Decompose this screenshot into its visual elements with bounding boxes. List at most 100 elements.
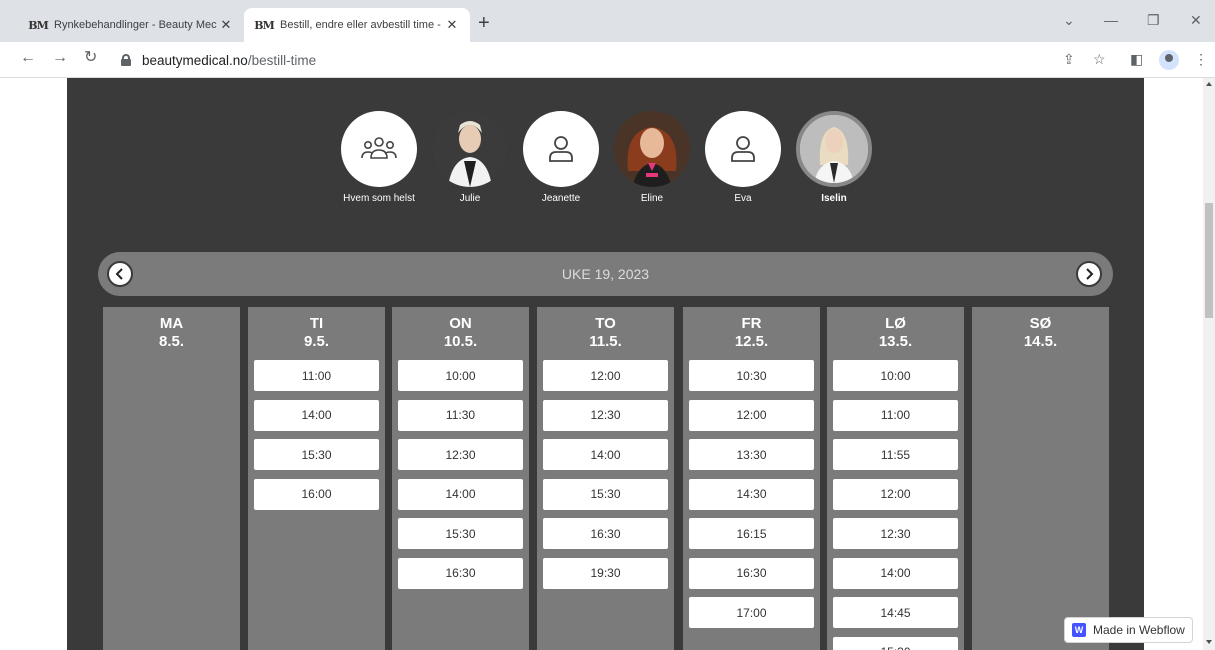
time-slot-button[interactable]: 16:30 bbox=[398, 557, 523, 589]
url-host: beautymedical.no bbox=[142, 52, 248, 68]
day-name: FR bbox=[741, 315, 762, 332]
group-icon bbox=[341, 111, 417, 187]
day-date: 13.5. bbox=[878, 333, 913, 350]
day-name: TO bbox=[595, 315, 616, 332]
time-slot-button[interactable]: 13:30 bbox=[689, 439, 814, 470]
browser-toolbar: ← → ↻ beautymedical.no/bestill-time ⇪ ☆ … bbox=[0, 42, 1215, 78]
close-tab-icon[interactable]: ✕ bbox=[444, 17, 460, 33]
staff-name: Eva bbox=[734, 193, 752, 204]
forward-icon[interactable]: → bbox=[52, 50, 68, 66]
person-icon bbox=[523, 111, 599, 187]
page-scrollbar[interactable] bbox=[1203, 78, 1215, 650]
time-slot-button[interactable]: 12:00 bbox=[833, 478, 958, 510]
browser-tab-2[interactable]: BM Bestill, endre eller avbestill time -… bbox=[244, 8, 470, 42]
profile-avatar-icon[interactable] bbox=[1159, 50, 1179, 70]
time-slot-button[interactable]: 14:00 bbox=[543, 439, 668, 470]
time-slot-button[interactable]: 11:55 bbox=[833, 439, 958, 470]
time-slot-button[interactable]: 19:30 bbox=[543, 557, 668, 589]
browser-tab-1[interactable]: BM Rynkebehandlinger - Beauty Mec ✕ bbox=[18, 8, 244, 42]
time-slot-button[interactable]: 12:00 bbox=[543, 360, 668, 391]
close-window-icon[interactable]: ✕ bbox=[1190, 12, 1202, 29]
bm-logo-icon: BM bbox=[254, 18, 274, 32]
chevron-down-icon[interactable]: ⌄ bbox=[1063, 12, 1075, 29]
day-column: ON 10.5. 10:00 11:30 12:30 14:00 15:30 16:30 bbox=[392, 307, 529, 650]
time-slot-button[interactable]: 14:00 bbox=[398, 478, 523, 510]
day-date: 8.5. bbox=[158, 333, 185, 350]
staff-eva[interactable]: Eva bbox=[705, 111, 781, 204]
made-in-webflow-badge[interactable]: W Made in Webflow bbox=[1064, 617, 1193, 643]
week-navigation: UKE 19, 2023 bbox=[98, 252, 1113, 296]
scroll-up-icon[interactable] bbox=[1206, 82, 1212, 86]
day-column: SØ 14.5. bbox=[972, 307, 1109, 650]
time-slot-button[interactable]: 12:00 bbox=[689, 399, 814, 431]
day-date: 14.5. bbox=[1023, 333, 1058, 350]
staff-julie[interactable]: Julie bbox=[432, 111, 508, 204]
staff-name: Julie bbox=[459, 193, 481, 204]
lock-icon[interactable] bbox=[120, 54, 132, 66]
time-slot-button[interactable]: 10:30 bbox=[689, 360, 814, 391]
staff-eline[interactable]: Eline bbox=[614, 111, 690, 204]
reload-icon[interactable]: ↻ bbox=[84, 50, 97, 66]
chevron-right-icon bbox=[1086, 268, 1094, 280]
staff-name: Eline bbox=[640, 193, 664, 204]
day-column: TI 9.5. 11:00 14:00 15:30 16:00 bbox=[248, 307, 385, 650]
time-slot-button[interactable]: 17:00 bbox=[689, 597, 814, 628]
time-slot-button[interactable]: 14:45 bbox=[833, 597, 958, 628]
time-slot-button[interactable]: 16:00 bbox=[254, 478, 379, 510]
time-slot-button[interactable]: 15:30 bbox=[543, 478, 668, 510]
day-name: TI bbox=[309, 315, 324, 332]
time-slot-button[interactable]: 14:30 bbox=[689, 478, 814, 510]
bm-logo-icon: BM bbox=[28, 18, 48, 32]
back-icon[interactable]: ← bbox=[20, 50, 36, 66]
day-date: 9.5. bbox=[303, 333, 330, 350]
time-slot-button[interactable]: 14:00 bbox=[254, 399, 379, 431]
restore-icon[interactable]: ❐ bbox=[1147, 12, 1160, 29]
url-path: /bestill-time bbox=[247, 52, 317, 68]
minimize-icon[interactable]: — bbox=[1104, 12, 1118, 28]
booking-panel: Hvem som helst Julie Jeanette Eline Eva … bbox=[67, 78, 1144, 650]
day-name: SØ bbox=[1029, 315, 1052, 332]
share-icon[interactable]: ⇪ bbox=[1063, 52, 1075, 66]
time-slot-button[interactable]: 16:30 bbox=[543, 518, 668, 549]
side-panel-icon[interactable]: ◧ bbox=[1130, 52, 1143, 66]
webflow-badge-label: Made in Webflow bbox=[1093, 623, 1185, 637]
time-slot-button[interactable]: 15:30 bbox=[254, 439, 379, 470]
scrollbar-thumb[interactable] bbox=[1205, 203, 1213, 318]
time-slot-button[interactable]: 12:30 bbox=[398, 439, 523, 470]
star-icon[interactable]: ☆ bbox=[1093, 52, 1106, 66]
address-bar[interactable]: beautymedical.no/bestill-time bbox=[110, 46, 1200, 74]
close-tab-icon[interactable]: ✕ bbox=[218, 17, 234, 33]
scroll-down-icon[interactable] bbox=[1206, 640, 1212, 644]
day-name: ON bbox=[449, 315, 472, 332]
staff-iselin[interactable]: Iselin bbox=[796, 111, 872, 204]
time-slot-button[interactable]: 14:00 bbox=[833, 557, 958, 589]
week-label: UKE 19, 2023 bbox=[561, 266, 650, 282]
iselin-photo bbox=[796, 111, 872, 187]
staff-any[interactable]: Hvem som helst bbox=[341, 111, 417, 204]
time-slot-button[interactable]: 11:00 bbox=[833, 399, 958, 431]
day-column: TO 11.5. 12:00 12:30 14:00 15:30 16:30 19:30 bbox=[537, 307, 674, 650]
time-slot-button[interactable]: 16:15 bbox=[689, 518, 814, 549]
menu-kebab-icon[interactable]: ⋮ bbox=[1194, 52, 1208, 66]
staff-name: Hvem som helst bbox=[343, 193, 415, 204]
staff-name-selected: Iselin bbox=[821, 193, 847, 204]
time-slot-button[interactable]: 12:30 bbox=[543, 399, 668, 431]
staff-name: Jeanette bbox=[541, 193, 581, 204]
tab-title: Rynkebehandlinger - Beauty Mec bbox=[54, 19, 217, 31]
time-slot-button[interactable]: 15:30 bbox=[833, 636, 958, 650]
tab-strip: BM Rynkebehandlinger - Beauty Mec ✕ BM B… bbox=[0, 0, 1215, 42]
next-week-button[interactable] bbox=[1076, 261, 1102, 287]
day-column: LØ 13.5. 10:00 11:00 11:55 12:00 12:30 14:00 14:… bbox=[827, 307, 964, 650]
time-slot-button[interactable]: 11:30 bbox=[398, 399, 523, 431]
new-tab-button[interactable]: + bbox=[478, 13, 490, 33]
time-slot-button[interactable]: 15:30 bbox=[398, 518, 523, 549]
time-slot-button[interactable]: 12:30 bbox=[833, 518, 958, 549]
time-slot-button[interactable]: 10:00 bbox=[398, 360, 523, 391]
time-slot-button[interactable]: 11:00 bbox=[254, 360, 379, 391]
staff-jeanette[interactable]: Jeanette bbox=[523, 111, 599, 204]
julie-photo bbox=[432, 111, 508, 187]
time-slot-button[interactable]: 10:00 bbox=[833, 360, 958, 391]
time-slot-button[interactable]: 16:30 bbox=[689, 557, 814, 589]
day-name: LØ bbox=[885, 315, 906, 332]
webflow-logo-icon: W bbox=[1072, 623, 1086, 637]
